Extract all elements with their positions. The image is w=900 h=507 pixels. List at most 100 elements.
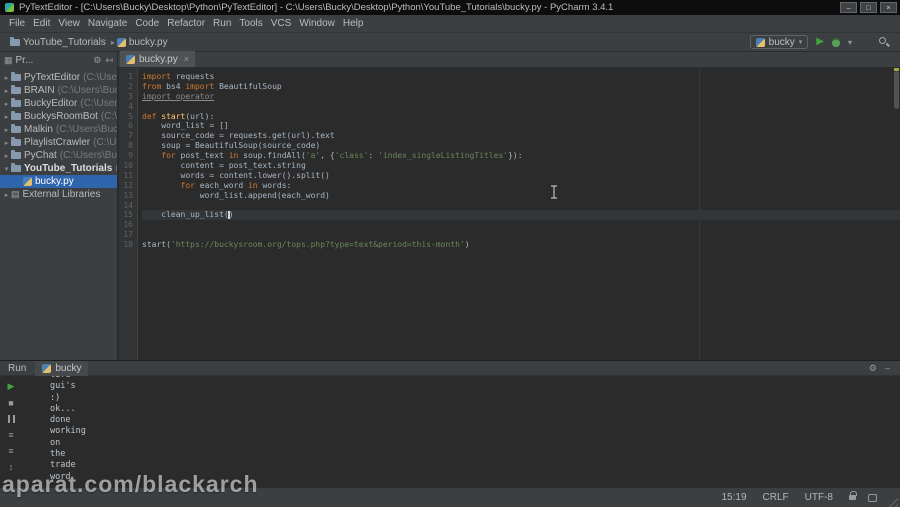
line-number[interactable]: 8	[119, 141, 137, 151]
code-line-15[interactable]: clean_up_list()	[142, 210, 900, 221]
editor-gutter[interactable]: 1 2 3 4 5 6 7 8 9 10 11 12 13 14 15 16 17 18	[119, 68, 138, 360]
menu-run[interactable]: Run	[209, 18, 235, 29]
code-line-6[interactable]: word_list = []	[142, 121, 900, 131]
code-line-12[interactable]: for each_word in words:	[142, 181, 900, 191]
maximize-button[interactable]: □	[860, 2, 877, 13]
project-view-icon[interactable]: ▦	[4, 55, 13, 66]
menu-edit[interactable]: Edit	[29, 18, 54, 29]
menu-navigate[interactable]: Navigate	[84, 18, 131, 29]
hide-panel-icon[interactable]: –	[885, 363, 890, 374]
code-area[interactable]: import requests from bs4 import Beautiful…	[142, 72, 900, 250]
line-number[interactable]: 16	[119, 220, 137, 230]
code-line-14[interactable]	[142, 201, 900, 211]
project-tree-item-external-libraries[interactable]: ▸ ▤ External Libraries	[0, 188, 117, 201]
line-number[interactable]: 12	[119, 181, 137, 191]
chevron-right-icon[interactable]: ▸	[2, 87, 11, 95]
console-menu-icon[interactable]: ≡	[8, 445, 13, 456]
run-tab-bucky[interactable]: bucky	[35, 360, 89, 376]
collapse-panel-icon[interactable]: ↤	[105, 55, 113, 66]
settings-gear-icon[interactable]: ⚙	[93, 55, 101, 66]
code-line-2[interactable]: from bs4 import BeautifulSoup	[142, 82, 900, 92]
line-number[interactable]: 1	[119, 72, 137, 82]
project-tree-item-pychat[interactable]: ▸ PyChat(C:\Users\Buck	[0, 149, 117, 162]
code-line-17[interactable]	[142, 230, 900, 240]
menu-vcs[interactable]: VCS	[267, 18, 296, 29]
menu-help[interactable]: Help	[339, 18, 368, 29]
line-separator-indicator[interactable]: CRLF	[763, 492, 789, 503]
line-number[interactable]: 17	[119, 230, 137, 240]
code-line-10[interactable]: content = post_text.string	[142, 161, 900, 171]
menu-refactor[interactable]: Refactor	[163, 18, 209, 29]
run-config-selector[interactable]: bucky ▾	[749, 35, 809, 49]
code-line-5[interactable]: def start(url):	[142, 112, 900, 122]
debug-button[interactable]	[831, 37, 840, 47]
inspections-profile-icon[interactable]	[868, 493, 877, 502]
chevron-right-icon[interactable]: ▸	[2, 152, 11, 160]
project-tree[interactable]: ▸PyTextEditor(C:\Use▸BRAIN(C:\Users\Buck…	[0, 68, 118, 360]
stop-button[interactable]: ■	[8, 397, 13, 408]
breadcrumb-file[interactable]: bucky.py	[129, 37, 168, 48]
title-bar[interactable]: PyTextEditor - [C:\Users\Bucky\Desktop\P…	[0, 0, 900, 15]
line-number[interactable]: 18	[119, 240, 137, 250]
menu-view[interactable]: View	[54, 18, 84, 29]
project-tree-item-bucky-py[interactable]: bucky.py	[0, 175, 117, 188]
chevron-right-icon[interactable]: ▸	[2, 126, 11, 134]
project-tree-item-brain[interactable]: ▸ BRAIN(C:\Users\Buck	[0, 84, 117, 97]
line-number[interactable]: 7	[119, 131, 137, 141]
encoding-indicator[interactable]: UTF-8	[805, 492, 833, 503]
project-tree-item-pytexteditor[interactable]: ▸ PyTextEditor (C:\Use	[0, 71, 117, 84]
editor[interactable]: 1 2 3 4 5 6 7 8 9 10 11 12 13 14 15 16 17 18 import reque…	[119, 68, 900, 360]
chevron-down-icon[interactable]: ▾	[2, 165, 11, 173]
line-number[interactable]: 3	[119, 92, 137, 102]
menu-code[interactable]: Code	[131, 18, 163, 29]
chevron-right-icon[interactable]: ▸	[2, 100, 11, 108]
project-panel-header[interactable]: ▦ Pr... ⚙ ↤	[0, 52, 118, 68]
line-number[interactable]: 9	[119, 151, 137, 161]
project-tree-item-buckyeditor[interactable]: ▸ BuckyEditor(C:\Users	[0, 97, 117, 110]
line-number[interactable]: 14	[119, 201, 137, 211]
code-line-3[interactable]: import operator	[142, 92, 900, 102]
line-number[interactable]: 4	[119, 102, 137, 112]
console-menu-icon[interactable]: ≡	[8, 429, 13, 440]
editor-scrollbar[interactable]	[894, 71, 899, 109]
close-button[interactable]: ×	[880, 2, 897, 13]
breadcrumb-folder[interactable]: YouTube_Tutorials	[23, 37, 106, 48]
line-number[interactable]: 15	[119, 210, 137, 220]
menu-file[interactable]: File	[5, 18, 29, 29]
code-line-7[interactable]: source_code = requests.get(url).text	[142, 131, 900, 141]
rerun-button[interactable]: ▶	[8, 381, 15, 392]
caret-position[interactable]: 15:19	[722, 492, 747, 503]
minimize-button[interactable]: –	[840, 2, 857, 13]
menu-window[interactable]: Window	[295, 18, 339, 29]
project-tree-item-youtube-tutorials[interactable]: ▾ YouTube_Tutorials(C:	[0, 162, 117, 175]
settings-gear-icon[interactable]: ⚙	[869, 363, 877, 374]
chevron-right-icon[interactable]: ▸	[2, 191, 11, 199]
code-line-11[interactable]: words = content.lower().split()	[142, 171, 900, 181]
code-line-1[interactable]: import requests	[142, 72, 900, 82]
code-line-4[interactable]	[142, 102, 900, 112]
search-icon[interactable]	[878, 36, 890, 48]
line-number[interactable]: 13	[119, 191, 137, 201]
chevron-right-icon[interactable]: ▸	[2, 74, 11, 82]
pause-button[interactable]	[7, 413, 15, 424]
menu-tools[interactable]: Tools	[235, 18, 266, 29]
code-line-8[interactable]: soup = BeautifulSoup(source_code)	[142, 141, 900, 151]
code-line-18[interactable]: start('https://buckysroom.org/tops.php?t…	[142, 240, 900, 250]
project-panel-title[interactable]: Pr...	[16, 55, 94, 66]
project-tree-item-playlistcrawler[interactable]: ▸ PlaylistCrawler(C:\Us	[0, 136, 117, 149]
chevron-right-icon[interactable]: ▸	[2, 113, 11, 121]
tab-bucky-py[interactable]: bucky.py ×	[120, 51, 195, 67]
resize-grip[interactable]	[885, 494, 898, 507]
chevron-right-icon[interactable]: ▸	[2, 139, 11, 147]
close-icon[interactable]: ×	[184, 54, 189, 64]
chevron-down-icon[interactable]: ▾	[848, 38, 852, 47]
lock-icon[interactable]	[849, 491, 857, 500]
line-number[interactable]: 6	[119, 121, 137, 131]
code-line-13[interactable]: word_list.append(each_word)	[142, 191, 900, 201]
code-line-9[interactable]: for post_text in soup.findAll('a', {'cla…	[142, 151, 900, 161]
line-number[interactable]: 11	[119, 171, 137, 181]
code-line-16[interactable]	[142, 220, 900, 230]
line-number[interactable]: 5	[119, 112, 137, 122]
project-tree-item-malkin[interactable]: ▸ Malkin (C:\Users\Buck	[0, 123, 117, 136]
line-number[interactable]: 10	[119, 161, 137, 171]
